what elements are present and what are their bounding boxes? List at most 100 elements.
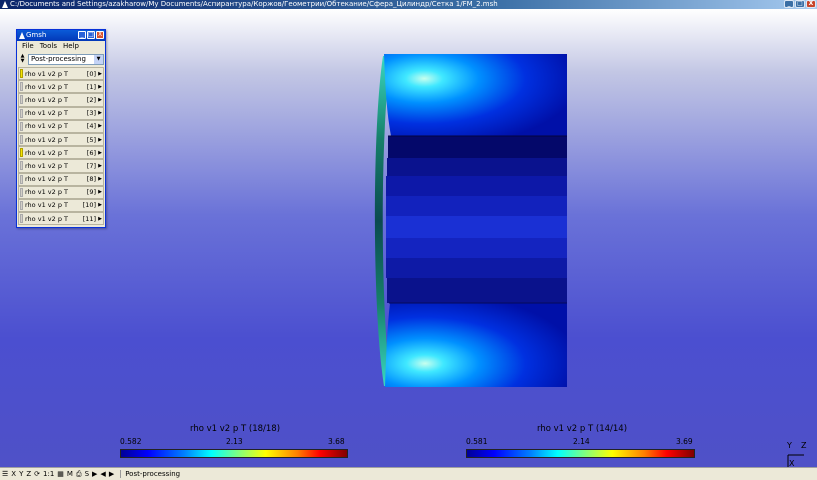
view-toggle-lamp[interactable] <box>20 214 23 224</box>
view-toggle-lamp[interactable] <box>20 135 23 145</box>
view-toggle-lamp[interactable] <box>20 95 23 105</box>
grid-icon[interactable]: ▦ <box>57 470 64 478</box>
view-options-arrow-icon[interactable]: ▶ <box>97 163 103 169</box>
view-row[interactable]: rho v1 v2 p T [4] ▶ <box>18 119 104 133</box>
context-nav-arrows[interactable]: ▲ ▼ <box>19 54 26 65</box>
rotate-icon[interactable]: ⟳ <box>34 470 40 478</box>
chevron-down-icon[interactable]: ▼ <box>94 54 103 64</box>
play-icon[interactable]: ▶ <box>92 470 97 478</box>
view-index: [11] <box>82 214 96 223</box>
scale-title: rho v1 v2 p T (18/18) <box>190 424 281 434</box>
view-row[interactable]: rho v1 v2 p T [1] ▶ <box>18 80 104 94</box>
view-row[interactable]: rho v1 v2 p T [7] ▶ <box>18 159 104 173</box>
scale-min: 0.582 <box>120 437 142 446</box>
view-name[interactable]: rho v1 v2 p T <box>25 109 82 117</box>
view-index: [8] <box>86 175 96 184</box>
mesh-model[interactable] <box>0 9 817 467</box>
view-z-button[interactable]: Z <box>26 470 31 478</box>
scale-one-button[interactable]: 1:1 <box>43 470 54 478</box>
window-close-button[interactable]: X <box>806 0 816 8</box>
view-toggle-lamp[interactable] <box>20 148 23 158</box>
graphics-viewport[interactable]: Gmsh _ □ X File Tools Help ▲ ▼ Post-proc… <box>0 9 817 467</box>
view-name[interactable]: rho v1 v2 p T <box>25 201 82 209</box>
axis-y-label: Y <box>787 441 792 450</box>
view-name[interactable]: rho v1 v2 p T <box>25 215 82 223</box>
gmsh-window-controls: _ □ X <box>78 31 104 39</box>
model-band-1 <box>388 136 567 158</box>
view-index: [9] <box>86 188 96 197</box>
view-options-arrow-icon[interactable]: ▶ <box>97 150 103 156</box>
print-icon[interactable]: ⎙ <box>76 470 82 479</box>
mesh-toggle-button[interactable]: M <box>67 470 73 478</box>
window-title-bar: C:/Documents and Settings/azakharow/My D… <box>0 0 817 9</box>
view-row[interactable]: rho v1 v2 p T [3] ▶ <box>18 106 104 120</box>
view-toggle-lamp[interactable] <box>20 200 23 210</box>
view-name[interactable]: rho v1 v2 p T <box>25 136 82 144</box>
view-options-arrow-icon[interactable]: ▶ <box>97 176 103 182</box>
view-toggle-lamp[interactable] <box>20 108 23 118</box>
menu-toggle-icon[interactable]: ☰ <box>2 470 8 478</box>
scale-mid: 2.14 <box>573 437 590 446</box>
view-name[interactable]: rho v1 v2 p T <box>25 83 82 91</box>
view-options-arrow-icon[interactable]: ▶ <box>97 123 103 129</box>
context-select[interactable]: Post-processing ▼ <box>28 53 104 65</box>
view-name[interactable]: rho v1 v2 p T <box>25 162 82 170</box>
window-title: C:/Documents and Settings/azakharow/My D… <box>10 0 498 8</box>
view-options-arrow-icon[interactable]: ▶ <box>97 110 103 116</box>
view-index: [6] <box>86 148 96 157</box>
step-back-icon[interactable]: ◀ <box>100 470 105 478</box>
axis-x-label: X <box>789 459 795 467</box>
view-index: [4] <box>86 122 96 131</box>
view-row[interactable]: rho v1 v2 p T [5] ▶ <box>18 132 104 147</box>
view-row[interactable]: rho v1 v2 p T [11] ▶ <box>18 212 104 226</box>
view-options-arrow-icon[interactable]: ▶ <box>97 137 103 143</box>
model-band-2 <box>387 158 567 176</box>
view-row[interactable]: rho v1 v2 p T [0] ▶ <box>18 67 104 81</box>
solver-toggle-button[interactable]: S <box>85 470 89 478</box>
view-toggle-lamp[interactable] <box>20 174 23 184</box>
step-forward-icon[interactable]: ▶ <box>109 470 114 478</box>
window-minimize-button[interactable]: _ <box>784 0 794 8</box>
view-row[interactable]: rho v1 v2 p T [8] ▶ <box>18 172 104 186</box>
gmsh-close-button[interactable]: X <box>96 31 104 39</box>
view-name[interactable]: rho v1 v2 p T <box>25 122 82 130</box>
view-y-button[interactable]: Y <box>19 470 23 478</box>
color-bar <box>120 449 348 458</box>
view-options-arrow-icon[interactable]: ▶ <box>97 71 103 77</box>
view-row[interactable]: rho v1 v2 p T [10] ▶ <box>18 198 104 213</box>
view-name[interactable]: rho v1 v2 p T <box>25 149 82 157</box>
menu-file[interactable]: File <box>22 41 34 52</box>
view-toggle-lamp[interactable] <box>20 121 23 131</box>
view-toggle-lamp[interactable] <box>20 82 23 92</box>
view-options-arrow-icon[interactable]: ▶ <box>97 216 103 222</box>
menu-tools[interactable]: Tools <box>40 41 57 52</box>
view-row[interactable]: rho v1 v2 p T [9] ▶ <box>18 185 104 199</box>
menu-help[interactable]: Help <box>63 41 79 52</box>
view-row[interactable]: rho v1 v2 p T [2] ▶ <box>18 93 104 107</box>
arrow-down-icon[interactable]: ▼ <box>21 59 25 64</box>
view-options-arrow-icon[interactable]: ▶ <box>97 189 103 195</box>
model-band-5 <box>386 216 567 238</box>
gmsh-maximize-button[interactable]: □ <box>87 31 95 39</box>
post-processing-view-list: rho v1 v2 p T [0] ▶ rho v1 v2 p T [1] ▶ rho v1… <box>17 66 105 226</box>
view-options-arrow-icon[interactable]: ▶ <box>97 202 103 208</box>
window-maximize-button[interactable]: □ <box>795 0 805 8</box>
view-options-arrow-icon[interactable]: ▶ <box>97 84 103 90</box>
view-toggle-lamp[interactable] <box>20 69 23 79</box>
view-name[interactable]: rho v1 v2 p T <box>25 96 82 104</box>
view-toggle-lamp[interactable] <box>20 187 23 197</box>
gmsh-minimize-button[interactable]: _ <box>78 31 86 39</box>
color-bar <box>466 449 695 458</box>
view-index: [3] <box>86 109 96 118</box>
view-toggle-lamp[interactable] <box>20 161 23 171</box>
view-name[interactable]: rho v1 v2 p T <box>25 188 82 196</box>
view-name[interactable]: rho v1 v2 p T <box>25 70 82 78</box>
gmsh-window-title-bar[interactable]: Gmsh _ □ X <box>17 30 105 41</box>
view-name[interactable]: rho v1 v2 p T <box>25 175 82 183</box>
scale-title: rho v1 v2 p T (14/14) <box>537 424 628 434</box>
gmsh-menu-window[interactable]: Gmsh _ □ X File Tools Help ▲ ▼ Post-proc… <box>16 29 106 228</box>
menu-bar: File Tools Help <box>17 41 105 52</box>
view-row[interactable]: rho v1 v2 p T [6] ▶ <box>18 146 104 160</box>
view-options-arrow-icon[interactable]: ▶ <box>97 97 103 103</box>
view-x-button[interactable]: X <box>11 470 16 478</box>
